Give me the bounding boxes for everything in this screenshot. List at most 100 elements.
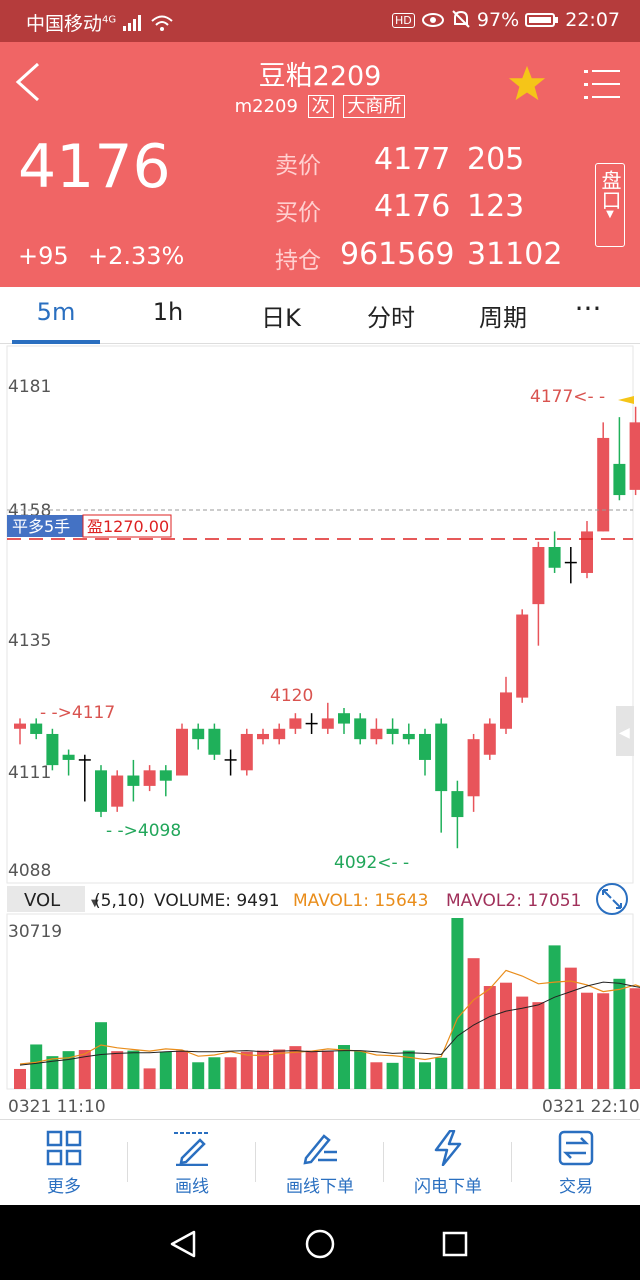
profit-tag-label: 盈1270.00 [87,517,169,536]
eye-icon [421,13,444,27]
volume-bar [208,1057,221,1089]
volume-bar [581,992,593,1089]
draw-order-button[interactable]: 画线下单 [256,1120,384,1206]
ask-price: 4177 [374,142,451,177]
volume-bar [159,1051,172,1089]
candle-body [240,733,253,771]
volume-bar [435,1057,448,1089]
candle-body [500,692,512,729]
volume-bar [451,918,464,1089]
candle-body [613,463,626,496]
candle-body [370,728,383,740]
flash-order-label: 闪电下单 [414,1177,482,1197]
volume-bar [143,1068,156,1089]
candle-body [467,739,480,797]
kline-chart[interactable]: 4181 4158 4135 4111 4088 平多5手 盈1270.00 ◀… [0,344,640,1119]
candle-body [159,770,172,781]
trade-label: 交易 [559,1177,593,1197]
bottom-toolbar: 更多 画线 画线下单 闪电下单 交易 [0,1119,640,1206]
candle-body [321,718,334,729]
volume-bar [111,1051,124,1089]
network-type: 4G [102,14,117,26]
volume-bar [305,1050,318,1089]
quote-header: 豆粕2209 m2209 次 大商所 4176 +95 +2.33% 卖价 41… [0,42,640,287]
more-label: 更多 [47,1177,81,1197]
open-interest: 961569 [340,237,455,272]
volume-bar [386,1062,399,1089]
menu-list-icon[interactable] [584,68,620,100]
mute-bell-icon [452,10,470,28]
volume-bar [338,1045,350,1089]
last-price: 4176 [18,132,171,202]
battery-icon [525,13,559,27]
ask-label: 卖价 [275,153,321,179]
volume-bar [30,1044,43,1089]
volume-bar [127,1050,140,1089]
y-label-4088: 4088 [8,861,51,881]
trade-button[interactable]: 交易 [512,1120,640,1206]
battery-percent: 97% [476,9,520,31]
draw-line-button[interactable]: 画线 [128,1120,256,1206]
annotation-4117: - ->4117 [40,703,115,723]
volume-bar [257,1050,269,1089]
chevron-left-icon: ◀ [619,725,630,741]
volume-bar [548,945,561,1089]
bid-volume: 123 [467,189,525,224]
candle-body [176,728,188,776]
flash-order-button[interactable]: 闪电下单 [384,1120,512,1206]
tab-intraday[interactable]: 分时 [341,298,441,333]
price-change-pct: +2.33% [88,242,185,270]
y-label-4181: 4181 [8,377,51,397]
volume-bar [370,1062,383,1089]
indicator-button-label: VOL [24,890,60,911]
candle-body [386,728,399,734]
candle-body [483,723,496,755]
volume-bar [613,978,626,1089]
signal-icon [123,15,142,31]
expand-icon [596,883,628,915]
order-book-button[interactable]: 盘口 ▼ [595,163,625,247]
volume-bar [95,1022,107,1089]
nav-back-icon[interactable] [168,1229,198,1259]
volume-bar [564,967,577,1089]
favorite-star-icon[interactable] [508,64,546,102]
more-tabs-icon[interactable]: ··· [538,292,638,325]
nav-recents-icon[interactable] [441,1230,469,1258]
candle-body [435,723,448,792]
candle-body [581,531,593,573]
ask-volume: 205 [467,142,525,177]
annotation-4092: 4092<- - [334,853,409,873]
fullscreen-toggle[interactable] [596,883,628,915]
tab-5m[interactable]: 5m [6,298,106,326]
mavol2-value: MAVOL2: 17051 [446,891,581,911]
y-label-4111: 4111 [8,763,51,783]
candle-body [14,723,26,729]
candle-body [597,437,610,532]
candle-body [338,713,350,724]
draw-order-icon [303,1134,337,1165]
more-button[interactable]: 更多 [0,1120,128,1206]
volume-value: VOLUME: 9491 [154,891,280,911]
nav-home-icon[interactable] [304,1228,336,1260]
candle-body [192,728,205,740]
tab-daily[interactable]: 日K [231,298,331,333]
candle-body [532,547,545,605]
candle-body [143,770,156,786]
open-interest-change: 31102 [467,237,563,272]
volume-bar [273,1049,286,1089]
bid-label: 买价 [275,200,321,226]
candle-body [62,754,75,760]
volume-max-label: 30719 [8,922,62,942]
vol-params: (5,10) [94,891,145,911]
time-end-label: 0321 22:10 [542,1097,640,1117]
volume-bar [467,958,480,1089]
position-tag[interactable]: 平多5手 [7,515,83,537]
candle-body [289,718,302,729]
tab-1h[interactable]: 1h [118,298,218,326]
clock: 22:07 [565,9,620,31]
candle-body [257,733,269,740]
expand-arrows [602,889,622,909]
mavol1-line [19,969,640,1065]
system-nav-bar [0,1205,640,1280]
candle-body [629,422,640,490]
